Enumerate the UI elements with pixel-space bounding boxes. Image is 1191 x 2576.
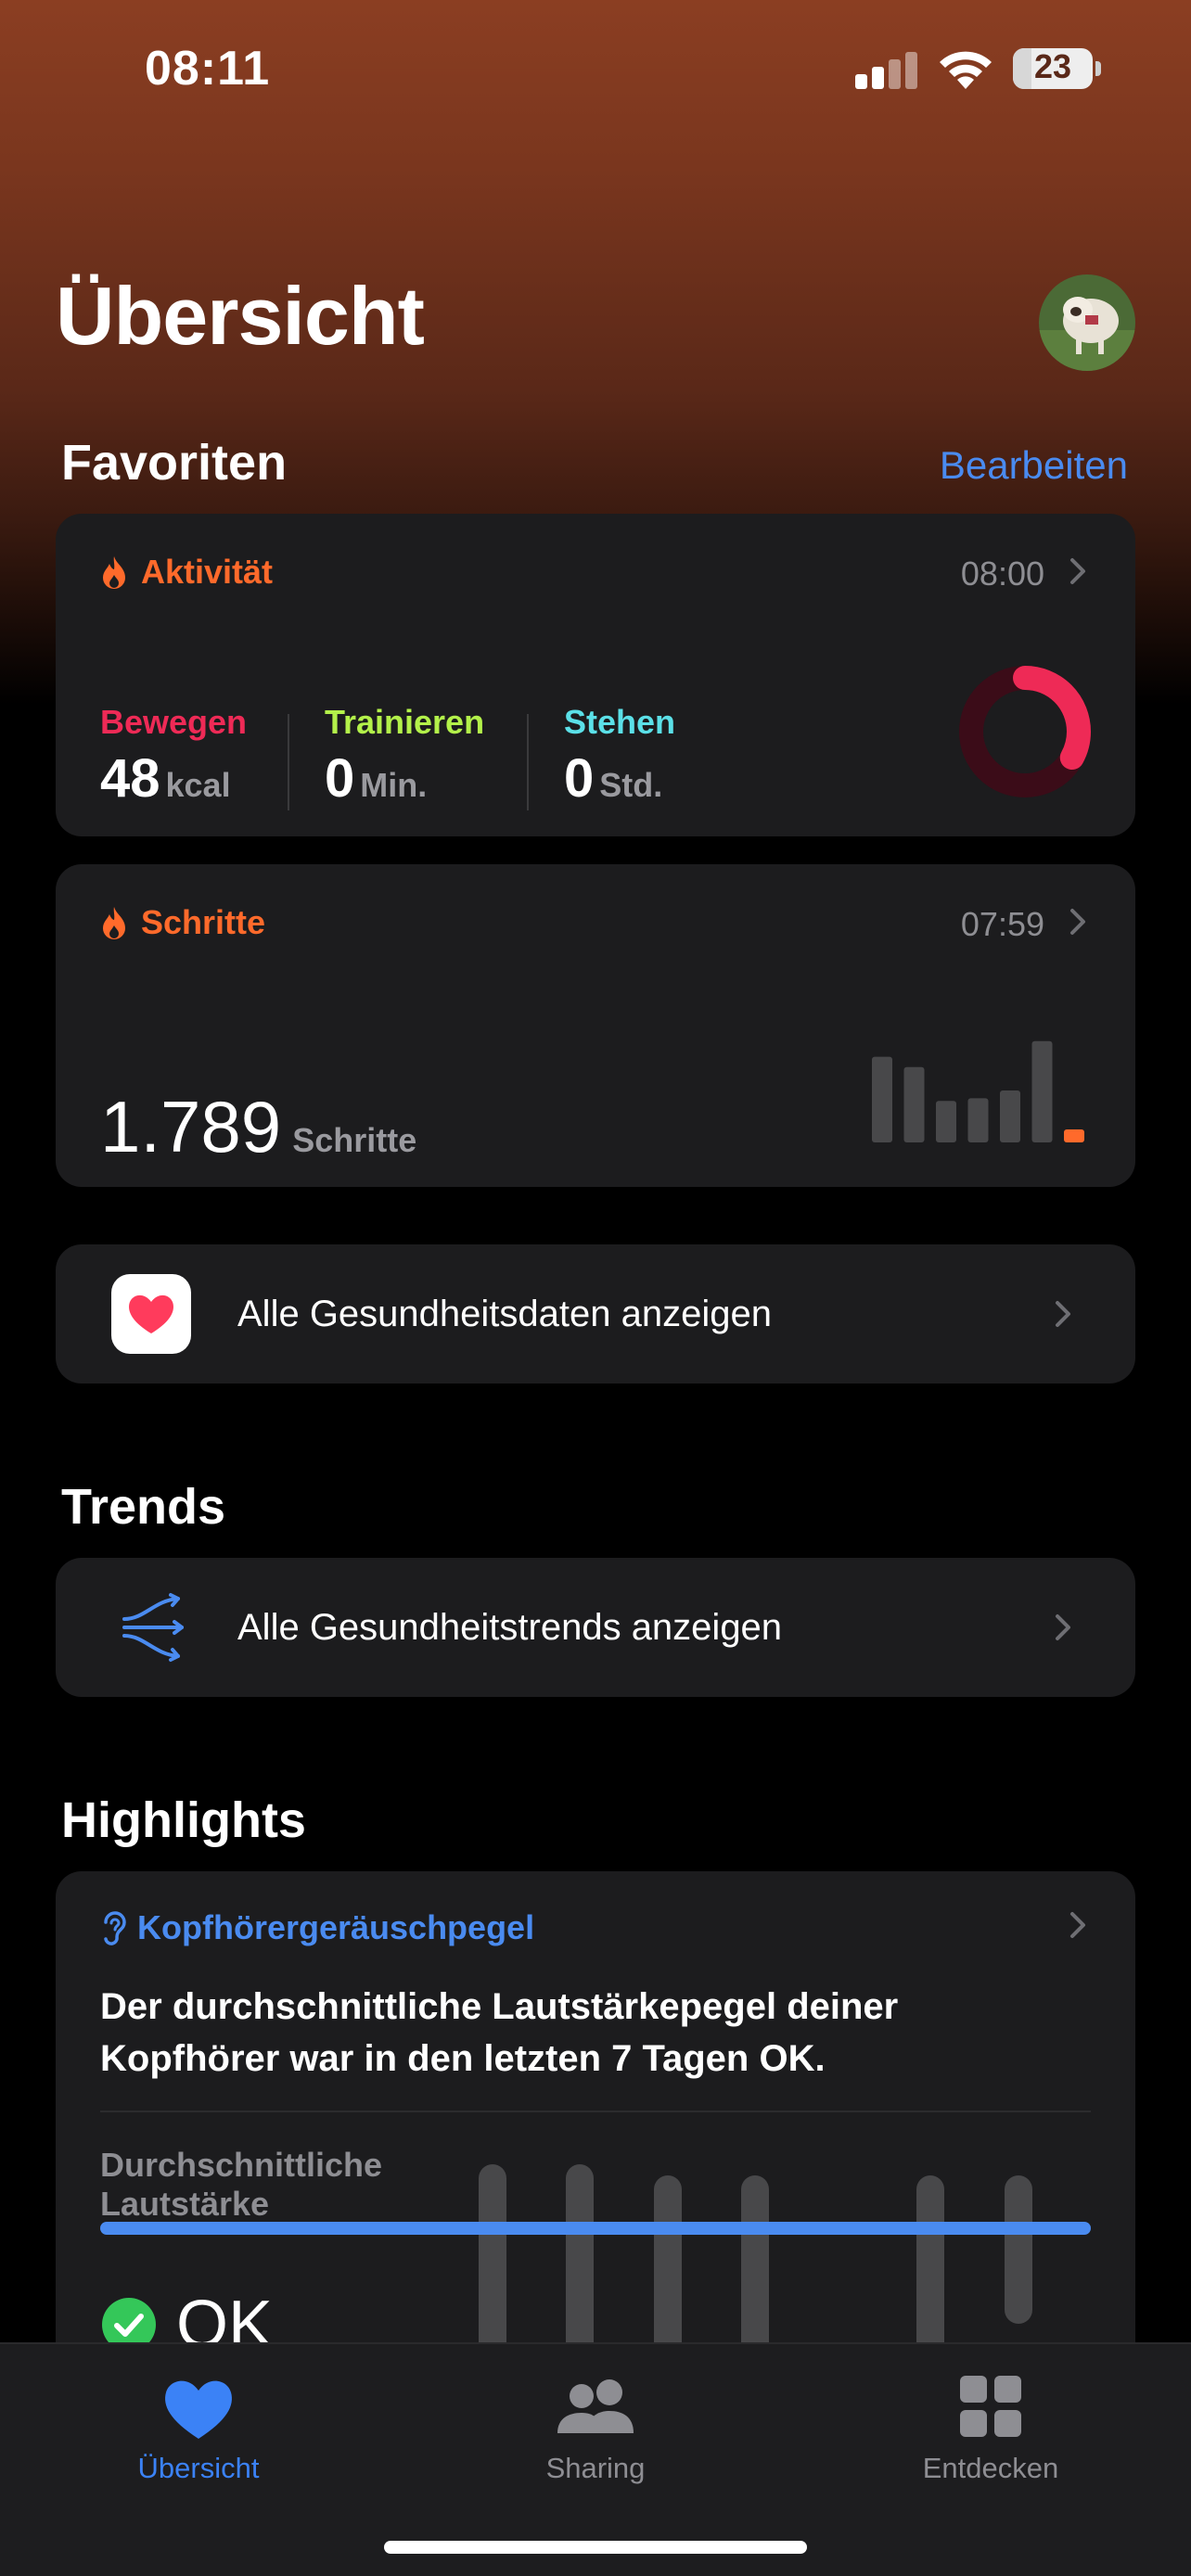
level-bar	[654, 2175, 682, 2363]
exercise-metric: Trainieren 0 Min.	[325, 703, 484, 810]
tab-discover[interactable]: Entdecken	[852, 2365, 1130, 2485]
grid-icon	[960, 2376, 1021, 2437]
tab-sharing[interactable]: Sharing	[456, 2365, 735, 2485]
all-health-data-row[interactable]: Alle Gesundheitsdaten anzeigen	[56, 1244, 1135, 1384]
steps-time: 07:59	[960, 905, 1044, 943]
activity-ring	[959, 666, 1091, 797]
activity-card[interactable]: Aktivität 08:00 Bewegen 48 kcal Trainiere…	[56, 514, 1135, 836]
metric-divider	[527, 714, 529, 810]
level-bar	[916, 2175, 944, 2363]
highlight-title: Kopfhörergeräuschpegel	[137, 1908, 535, 1946]
exercise-value: 0	[325, 748, 355, 809]
exercise-unit: Min.	[360, 766, 428, 804]
chevron-right-icon	[1070, 1912, 1085, 1938]
chevron-right-icon	[1070, 909, 1085, 935]
steps-bar	[936, 1101, 956, 1142]
level-bar	[566, 2164, 594, 2363]
tab-sharing-label: Sharing	[545, 2452, 646, 2484]
all-trends-label: Alle Gesundheitstrends anzeigen	[237, 1607, 783, 1648]
battery-icon: 23	[1013, 46, 1102, 91]
stand-unit: Std.	[599, 766, 663, 804]
level-bar	[479, 2164, 506, 2363]
all-trends-row[interactable]: Alle Gesundheitstrends anzeigen	[56, 1558, 1135, 1697]
tab-overview[interactable]: Übersicht	[59, 2365, 338, 2485]
chevron-right-icon	[1070, 558, 1085, 584]
activity-title: Aktivität	[141, 553, 274, 591]
edit-button[interactable]: Bearbeiten	[940, 443, 1128, 488]
tab-overview-label: Übersicht	[137, 2452, 260, 2484]
steps-bar	[1031, 1040, 1053, 1142]
stand-value: 0	[564, 748, 595, 809]
people-icon	[557, 2379, 634, 2433]
activity-header: Aktivität	[100, 553, 273, 592]
steps-value-row: 1.789 Schritte	[100, 1085, 416, 1169]
tab-discover-label: Entdecken	[922, 2452, 1059, 2484]
level-bar	[1005, 2175, 1032, 2324]
highlight-header: Kopfhörergeräuschpegel	[100, 1908, 534, 1947]
metric-divider	[288, 714, 289, 810]
steps-unit: Schritte	[292, 1121, 417, 1159]
health-app-icon	[111, 1274, 191, 1354]
stand-label: Stehen	[564, 703, 676, 741]
flame-icon	[103, 907, 125, 939]
highlights-title: Highlights	[61, 1792, 306, 1848]
stand-metric: Stehen 0 Std.	[564, 703, 675, 810]
exercise-label: Trainieren	[325, 703, 485, 741]
steps-header: Schritte	[100, 903, 265, 942]
move-value: 48	[100, 748, 160, 809]
steps-bar	[1064, 1129, 1084, 1142]
move-label: Bewegen	[100, 703, 248, 741]
move-unit: kcal	[165, 766, 231, 804]
steps-bar	[872, 1056, 892, 1142]
ear-icon	[104, 1911, 126, 1945]
steps-bar-chart	[872, 1040, 1084, 1142]
trends-title: Trends	[61, 1479, 226, 1535]
average-level-line	[100, 2222, 1091, 2235]
profile-avatar[interactable]	[1039, 274, 1135, 371]
cellular-signal-icon	[855, 52, 920, 89]
chevron-right-icon	[1056, 1301, 1070, 1327]
steps-bar	[1000, 1090, 1020, 1142]
all-health-data-label: Alle Gesundheitsdaten anzeigen	[237, 1294, 772, 1334]
steps-bar	[903, 1066, 925, 1142]
wifi-icon	[940, 51, 992, 89]
activity-time: 08:00	[960, 555, 1044, 593]
steps-card[interactable]: Schritte 07:59 1.789 Schritte	[56, 864, 1135, 1187]
steps-value: 1.789	[100, 1086, 282, 1167]
highlight-metric-label: Durchschnittliche Lautstärke	[100, 2146, 383, 2223]
trends-icon	[122, 1593, 184, 1662]
highlight-divider	[100, 2111, 1091, 2112]
move-metric: Bewegen 48 kcal	[100, 703, 247, 810]
page-title: Übersicht	[56, 270, 425, 362]
favorites-title: Favoriten	[61, 435, 288, 491]
steps-bar	[967, 1098, 989, 1142]
flame-icon	[103, 556, 125, 589]
highlight-text: Der durchschnittliche Lautstärkepegel de…	[100, 1986, 899, 2079]
status-time: 08:11	[145, 42, 271, 96]
chevron-right-icon	[1056, 1614, 1070, 1640]
heart-icon	[165, 2380, 232, 2439]
status-bar: 08:11 23	[0, 0, 1191, 139]
home-indicator	[384, 2541, 807, 2554]
battery-level: 23	[1033, 47, 1072, 85]
steps-title: Schritte	[141, 903, 266, 941]
level-bar	[741, 2175, 769, 2363]
